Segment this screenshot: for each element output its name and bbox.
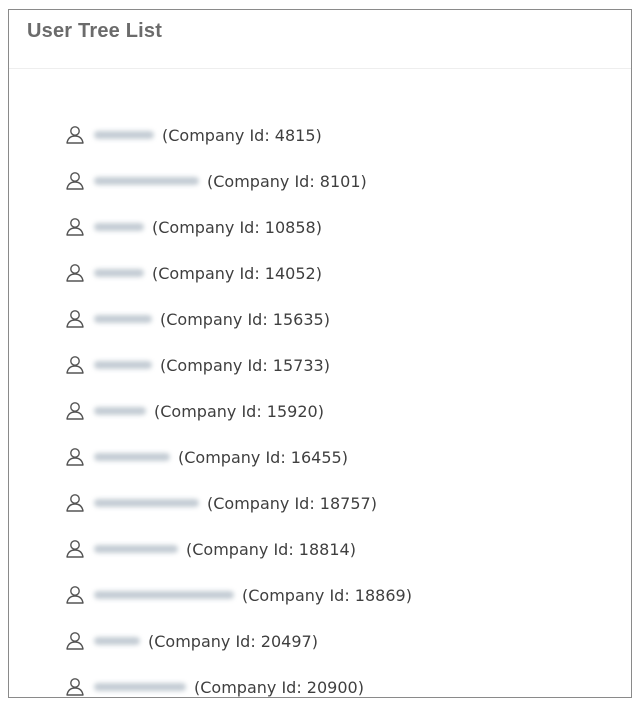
tree-item[interactable]: (Company Id: 20497): [64, 626, 318, 656]
user-tree-panel: User Tree List (Company Id: 4815) (Compa…: [8, 9, 632, 698]
user-icon: [64, 400, 86, 422]
user-name-redacted: [94, 683, 186, 691]
tree-item[interactable]: (Company Id: 14052): [64, 258, 322, 288]
user-icon: [64, 446, 86, 468]
company-id-label: (Company Id: 20497): [148, 631, 318, 651]
company-id-label: (Company Id: 18869): [242, 585, 412, 605]
user-name-redacted: [94, 361, 152, 369]
company-id-label: (Company Id: 15920): [154, 401, 324, 421]
panel-title: User Tree List: [27, 20, 163, 42]
tree-item[interactable]: (Company Id: 4815): [64, 120, 322, 150]
user-icon: [64, 308, 86, 330]
user-icon: [64, 584, 86, 606]
company-id-label: (Company Id: 14052): [152, 263, 322, 283]
panel-header: User Tree List: [9, 10, 631, 69]
tree-item[interactable]: (Company Id: 8101): [64, 166, 367, 196]
user-name-redacted: [94, 453, 170, 461]
tree-item[interactable]: (Company Id: 18869): [64, 580, 412, 610]
user-name-redacted: [94, 131, 154, 139]
user-icon: [64, 538, 86, 560]
user-name-redacted: [94, 637, 140, 645]
company-id-label: (Company Id: 10858): [152, 217, 322, 237]
tree-item[interactable]: (Company Id: 10858): [64, 212, 322, 242]
user-icon: [64, 630, 86, 652]
user-name-redacted: [94, 177, 199, 185]
company-id-label: (Company Id: 16455): [178, 447, 348, 467]
user-icon: [64, 492, 86, 514]
user-name-redacted: [94, 499, 199, 507]
user-name-redacted: [94, 407, 146, 415]
tree-item[interactable]: (Company Id: 20900): [64, 672, 364, 697]
user-icon: [64, 216, 86, 238]
tree-item[interactable]: (Company Id: 15920): [64, 396, 324, 426]
company-id-label: (Company Id: 18814): [186, 539, 356, 559]
user-icon: [64, 354, 86, 376]
user-name-redacted: [94, 269, 144, 277]
user-icon: [64, 170, 86, 192]
user-icon: [64, 676, 86, 697]
company-id-label: (Company Id: 15733): [160, 355, 330, 375]
tree-item[interactable]: (Company Id: 18814): [64, 534, 356, 564]
company-id-label: (Company Id: 4815): [162, 125, 322, 145]
company-id-label: (Company Id: 15635): [160, 309, 330, 329]
user-name-redacted: [94, 591, 234, 599]
user-name-redacted: [94, 223, 144, 231]
tree-item[interactable]: (Company Id: 18757): [64, 488, 377, 518]
user-icon: [64, 124, 86, 146]
user-name-redacted: [94, 545, 178, 553]
user-name-redacted: [94, 315, 152, 323]
company-id-label: (Company Id: 8101): [207, 171, 367, 191]
tree-item[interactable]: (Company Id: 15635): [64, 304, 330, 334]
tree-item[interactable]: (Company Id: 16455): [64, 442, 348, 472]
company-id-label: (Company Id: 20900): [194, 677, 364, 697]
user-icon: [64, 262, 86, 284]
company-id-label: (Company Id: 18757): [207, 493, 377, 513]
tree-item[interactable]: (Company Id: 15733): [64, 350, 330, 380]
